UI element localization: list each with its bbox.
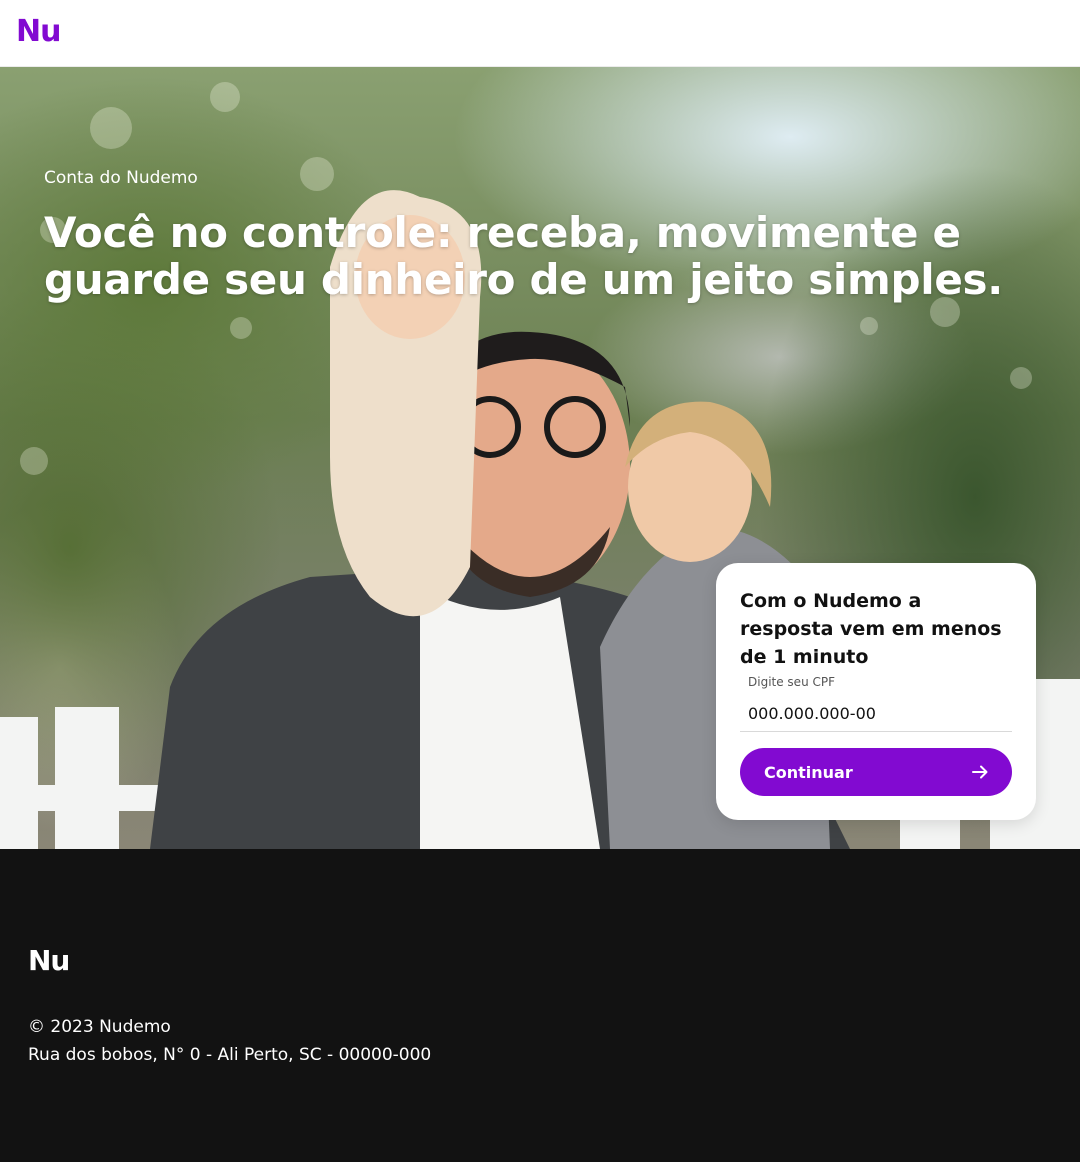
footer: Nu © 2023 Nudemo Rua dos bobos, N° 0 - A… bbox=[0, 849, 1080, 1162]
continue-button[interactable]: Continuar bbox=[740, 748, 1012, 796]
hero-title: Você no controle: receba, movimente e gu… bbox=[44, 208, 1003, 304]
nu-logo[interactable]: Nu bbox=[16, 14, 61, 49]
footer-address: Rua dos bobos, N° 0 - Ali Perto, SC - 00… bbox=[28, 1045, 432, 1065]
continue-button-label: Continuar bbox=[764, 762, 853, 782]
hero-eyebrow: Conta do Nudemo bbox=[44, 168, 198, 188]
cpf-input[interactable] bbox=[740, 695, 1012, 732]
arrow-right-icon bbox=[972, 765, 988, 779]
cpf-field-label: Digite seu CPF bbox=[748, 675, 835, 689]
footer-copyright: © 2023 Nudemo bbox=[28, 1017, 171, 1037]
top-navbar: Nu bbox=[0, 0, 1080, 67]
hero-section: Conta do Nudemo Você no controle: receba… bbox=[0, 67, 1080, 849]
footer-nu-logo: Nu bbox=[28, 944, 70, 977]
signup-card-title: Com o Nudemo a resposta vem em menos de … bbox=[740, 590, 1002, 668]
signup-card: Com o Nudemo a resposta vem em menos de … bbox=[716, 563, 1036, 820]
